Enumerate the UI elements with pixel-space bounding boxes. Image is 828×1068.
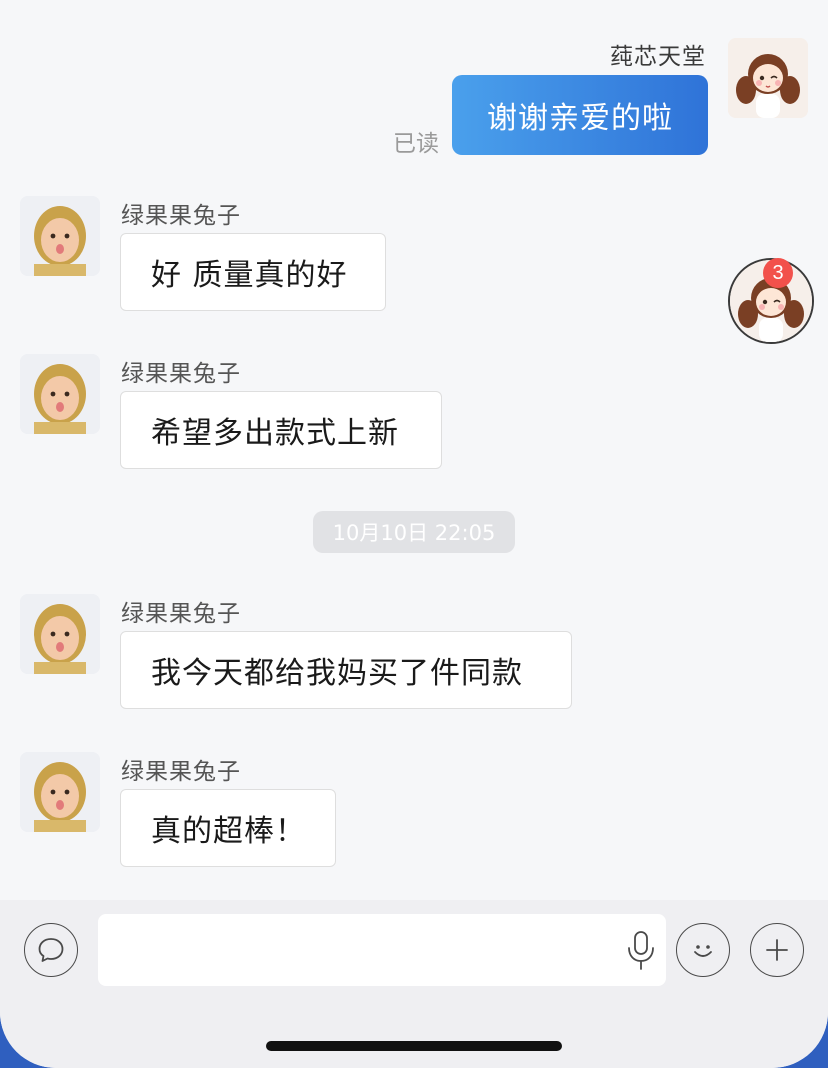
sender-name-contact: 绿果果兔子 <box>121 361 241 387</box>
chat-bubble-button[interactable] <box>24 923 78 977</box>
received-message-bubble[interactable]: 真的超棒！ <box>120 789 336 867</box>
child-avatar-icon <box>20 196 100 276</box>
girl-avatar-icon <box>728 38 808 118</box>
unread-count-badge: 3 <box>763 258 793 288</box>
sender-name-self: 莼芯天堂 <box>610 44 706 70</box>
child-avatar-icon <box>20 354 100 434</box>
sender-name-contact: 绿果果兔子 <box>121 759 241 785</box>
child-avatar-icon <box>20 752 100 832</box>
timestamp-divider: 10月10日 22:05 <box>313 511 515 553</box>
child-avatar-icon <box>20 594 100 674</box>
received-message-bubble[interactable]: 希望多出款式上新 <box>120 391 442 469</box>
home-indicator[interactable] <box>266 1041 562 1051</box>
avatar-contact[interactable] <box>20 354 100 434</box>
message-list[interactable]: 莼芯天堂 谢谢亲爱的啦 已读 绿果果兔子 好 质量真的好 绿果果兔子 希望多出款… <box>0 0 828 900</box>
received-message-bubble[interactable]: 我今天都给我妈买了件同款 <box>120 631 572 709</box>
emoji-button[interactable] <box>676 923 730 977</box>
avatar-contact[interactable] <box>20 196 100 276</box>
avatar-self[interactable] <box>728 38 808 118</box>
chat-bubble-icon <box>38 938 64 962</box>
sender-name-contact: 绿果果兔子 <box>121 203 241 229</box>
chat-screen: 莼芯天堂 谢谢亲爱的啦 已读 绿果果兔子 好 质量真的好 绿果果兔子 希望多出款… <box>0 0 828 1068</box>
sent-message-bubble[interactable]: 谢谢亲爱的啦 <box>452 75 708 155</box>
received-message-bubble[interactable]: 好 质量真的好 <box>120 233 386 311</box>
message-input[interactable] <box>98 914 666 986</box>
avatar-contact[interactable] <box>20 752 100 832</box>
smiley-icon <box>694 945 712 957</box>
voice-input-button[interactable] <box>624 930 658 972</box>
plus-icon <box>766 939 788 961</box>
read-status: 已读 <box>393 131 439 157</box>
microphone-icon <box>628 931 654 970</box>
avatar-contact[interactable] <box>20 594 100 674</box>
sender-name-contact: 绿果果兔子 <box>121 601 241 627</box>
plus-button[interactable] <box>750 923 804 977</box>
